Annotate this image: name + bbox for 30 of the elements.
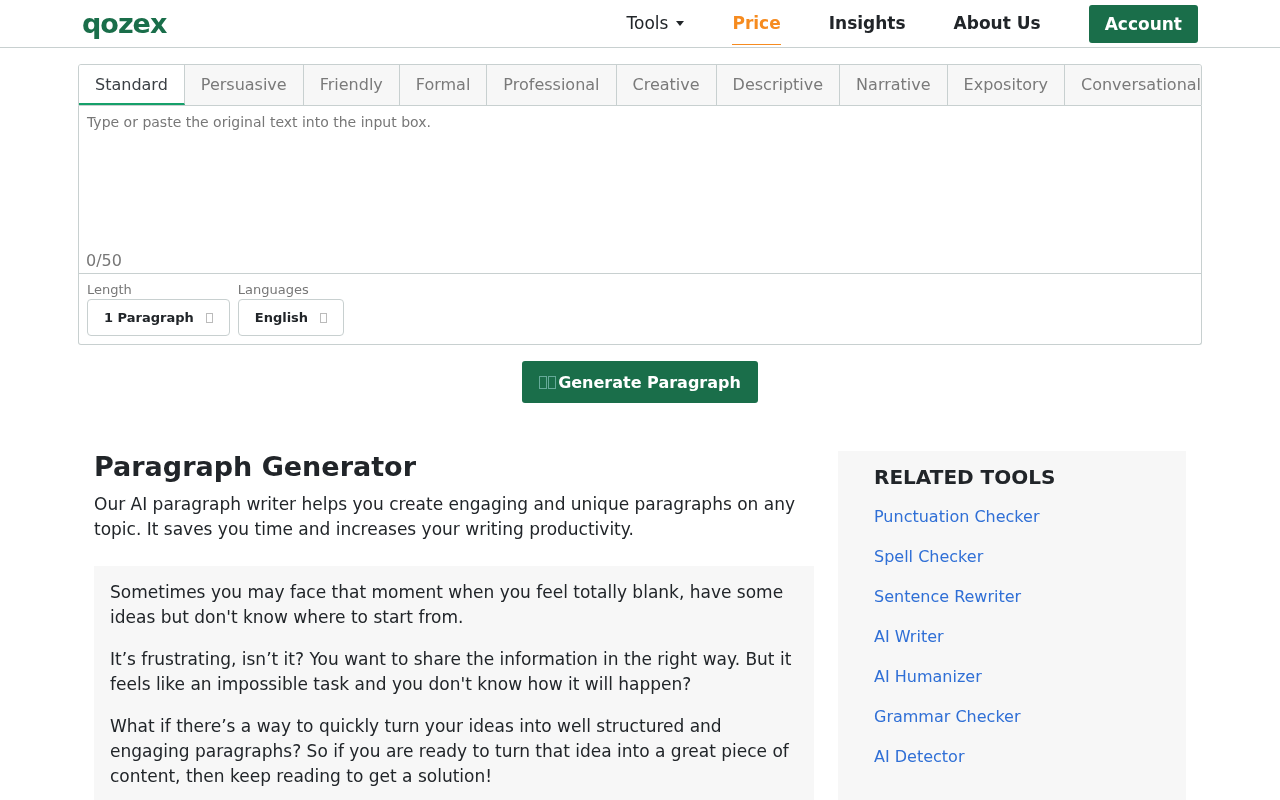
- tools-dropdown[interactable]: Tools: [626, 2, 685, 45]
- caret-icon: [676, 20, 685, 26]
- option-label: Length: [87, 282, 133, 297]
- select-dropdown[interactable]: 1 Paragraph: [87, 299, 230, 336]
- dropdown-icon: [320, 312, 328, 323]
- select-dropdown[interactable]: English: [237, 299, 345, 336]
- callout-paragraph: It’s frustrating, isn’t it? You want to share the information in the right way. But it feels like an impossible task and you don't know how it will happen?: [110, 648, 793, 696]
- generate-button[interactable]: Generate Paragraph: [522, 361, 758, 403]
- related-tool-link[interactable]: Spell Checker: [874, 545, 1150, 569]
- related-tool-link[interactable]: AI Writer: [874, 625, 1150, 649]
- article-title: Paragraph Generator: [94, 451, 417, 482]
- logo[interactable]: qozex: [82, 10, 167, 37]
- nav-link[interactable]: About Us: [953, 2, 1041, 45]
- character-counter: 0/50: [86, 251, 122, 270]
- generate-icon: [539, 375, 557, 389]
- intro-paragraph: Our AI paragraph writer helps you create engaging and unique paragraphs on any topic. It saves you time and increases your writing productivity.: [94, 493, 796, 541]
- nav-link[interactable]: Insights: [828, 2, 906, 45]
- related-tool-link[interactable]: AI Humanizer: [874, 665, 1150, 689]
- related-tool-link[interactable]: AI Detector: [874, 745, 1150, 769]
- dropdown-icon: [205, 312, 213, 323]
- related-tool-link[interactable]: Grammar Checker: [874, 705, 1150, 729]
- option-label: Languages: [237, 282, 310, 297]
- callout-paragraph: Sometimes you may face that moment when you feel totally blank, have some ideas but don't know where to start from.: [110, 581, 785, 629]
- related-tool-link[interactable]: Sentence Rewriter: [874, 585, 1150, 609]
- related-tool-link[interactable]: Punctuation Checker: [874, 505, 1150, 529]
- related-tools-heading: RELATED TOOLS: [874, 465, 1057, 489]
- callout-paragraph: What if there’s a way to quickly turn your ideas into well structured and engaging paragraphs? So if you are ready to turn that idea into a great piece of content, then keep reading to get a solution!: [110, 715, 790, 788]
- nav-link[interactable]: Price: [732, 2, 781, 45]
- account-button[interactable]: Account: [1088, 4, 1198, 43]
- tone-tab[interactable]: Standard: [79, 65, 185, 105]
